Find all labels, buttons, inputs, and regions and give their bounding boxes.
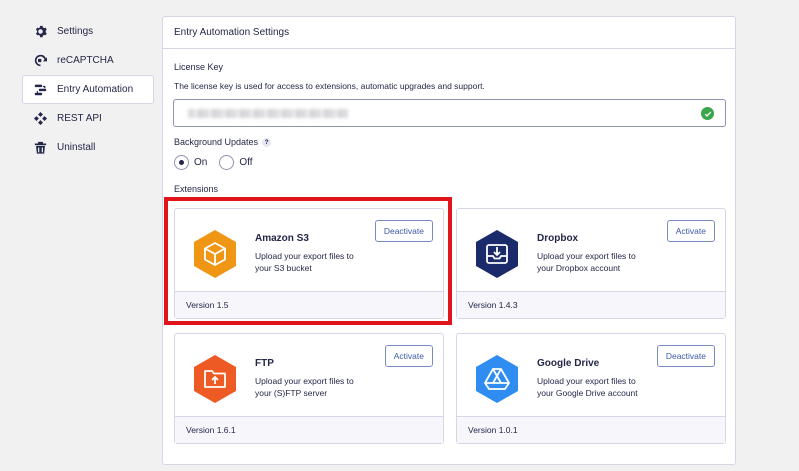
radio-on[interactable] [174, 155, 189, 170]
sidebar-item-label: Settings [57, 26, 94, 37]
sidebar-item-recaptcha[interactable]: reCAPTCHA [22, 46, 154, 75]
extension-card-google-drive: Google Drive Upload your export files to… [456, 333, 726, 444]
extension-version: Version 1.6.1 [175, 416, 443, 443]
gear-icon [33, 25, 47, 39]
extension-version: Version 1.0.1 [457, 416, 725, 443]
extension-name: FTP [255, 358, 274, 369]
entry-automation-icon [33, 83, 47, 97]
extension-card-dropbox: Dropbox Upload your export files to your… [456, 208, 726, 319]
trash-icon [33, 141, 47, 155]
sidebar-item-label: reCAPTCHA [57, 55, 114, 66]
sidebar-item-settings[interactable]: Settings [22, 17, 154, 46]
sidebar-item-entry-automation[interactable]: Entry Automation [22, 75, 154, 104]
extension-description: Upload your export files to your S3 buck… [255, 251, 354, 273]
radio-off[interactable] [219, 155, 235, 170]
extension-version: Version 1.4.3 [457, 291, 725, 318]
extension-version: Version 1.5 [175, 291, 443, 318]
sidebar: Settings reCAPTCHA Entry Automation REST… [22, 17, 154, 162]
extension-card-ftp: FTP Upload your export files to your (S)… [174, 333, 444, 444]
folder-upload-icon [194, 355, 236, 403]
settings-panel: Entry Automation Settings License Key Th… [162, 16, 736, 465]
box-icon [194, 230, 236, 278]
panel-title: Entry Automation Settings [163, 17, 735, 49]
license-key-description: The license key is used for access to ex… [174, 81, 485, 91]
extension-name: Google Drive [537, 358, 600, 369]
license-key-label: License Key [174, 62, 224, 72]
radio-on-label[interactable]: On [194, 157, 207, 168]
help-icon[interactable]: ? [262, 138, 272, 147]
recaptcha-icon [33, 54, 47, 68]
deactivate-button[interactable]: Deactivate [656, 345, 715, 367]
deactivate-button[interactable]: Deactivate [374, 220, 433, 242]
activate-button[interactable]: Activate [666, 220, 715, 242]
extension-name: Dropbox [537, 233, 579, 244]
rest-api-icon [33, 112, 47, 126]
activate-button[interactable]: Activate [384, 345, 433, 367]
extension-description: Upload your export files to your (S)FTP … [255, 376, 354, 398]
extension-description: Upload your export files to your Dropbox… [537, 251, 636, 273]
check-circle-icon [701, 107, 714, 120]
extension-name: Amazon S3 [255, 233, 309, 244]
license-key-masked-value [188, 109, 348, 118]
radio-off-label[interactable]: Off [239, 157, 252, 168]
extension-description: Upload your export files to your Google … [537, 376, 638, 398]
sidebar-item-label: Uninstall [57, 142, 96, 153]
drive-triangle-icon [476, 355, 518, 403]
download-tray-icon [476, 230, 518, 278]
background-updates-text: Background Updates [174, 137, 259, 147]
sidebar-item-label: Entry Automation [57, 84, 134, 95]
extensions-label: Extensions [174, 184, 219, 194]
sidebar-item-rest-api[interactable]: REST API [22, 104, 154, 133]
background-updates-radio-group: On Off [174, 155, 265, 170]
background-updates-label: Background Updates? [174, 137, 272, 147]
license-key-input[interactable] [173, 99, 726, 127]
extension-card-amazon-s3: Amazon S3 Upload your export files to yo… [174, 208, 444, 319]
sidebar-item-label: REST API [57, 113, 102, 124]
sidebar-item-uninstall[interactable]: Uninstall [22, 133, 154, 162]
